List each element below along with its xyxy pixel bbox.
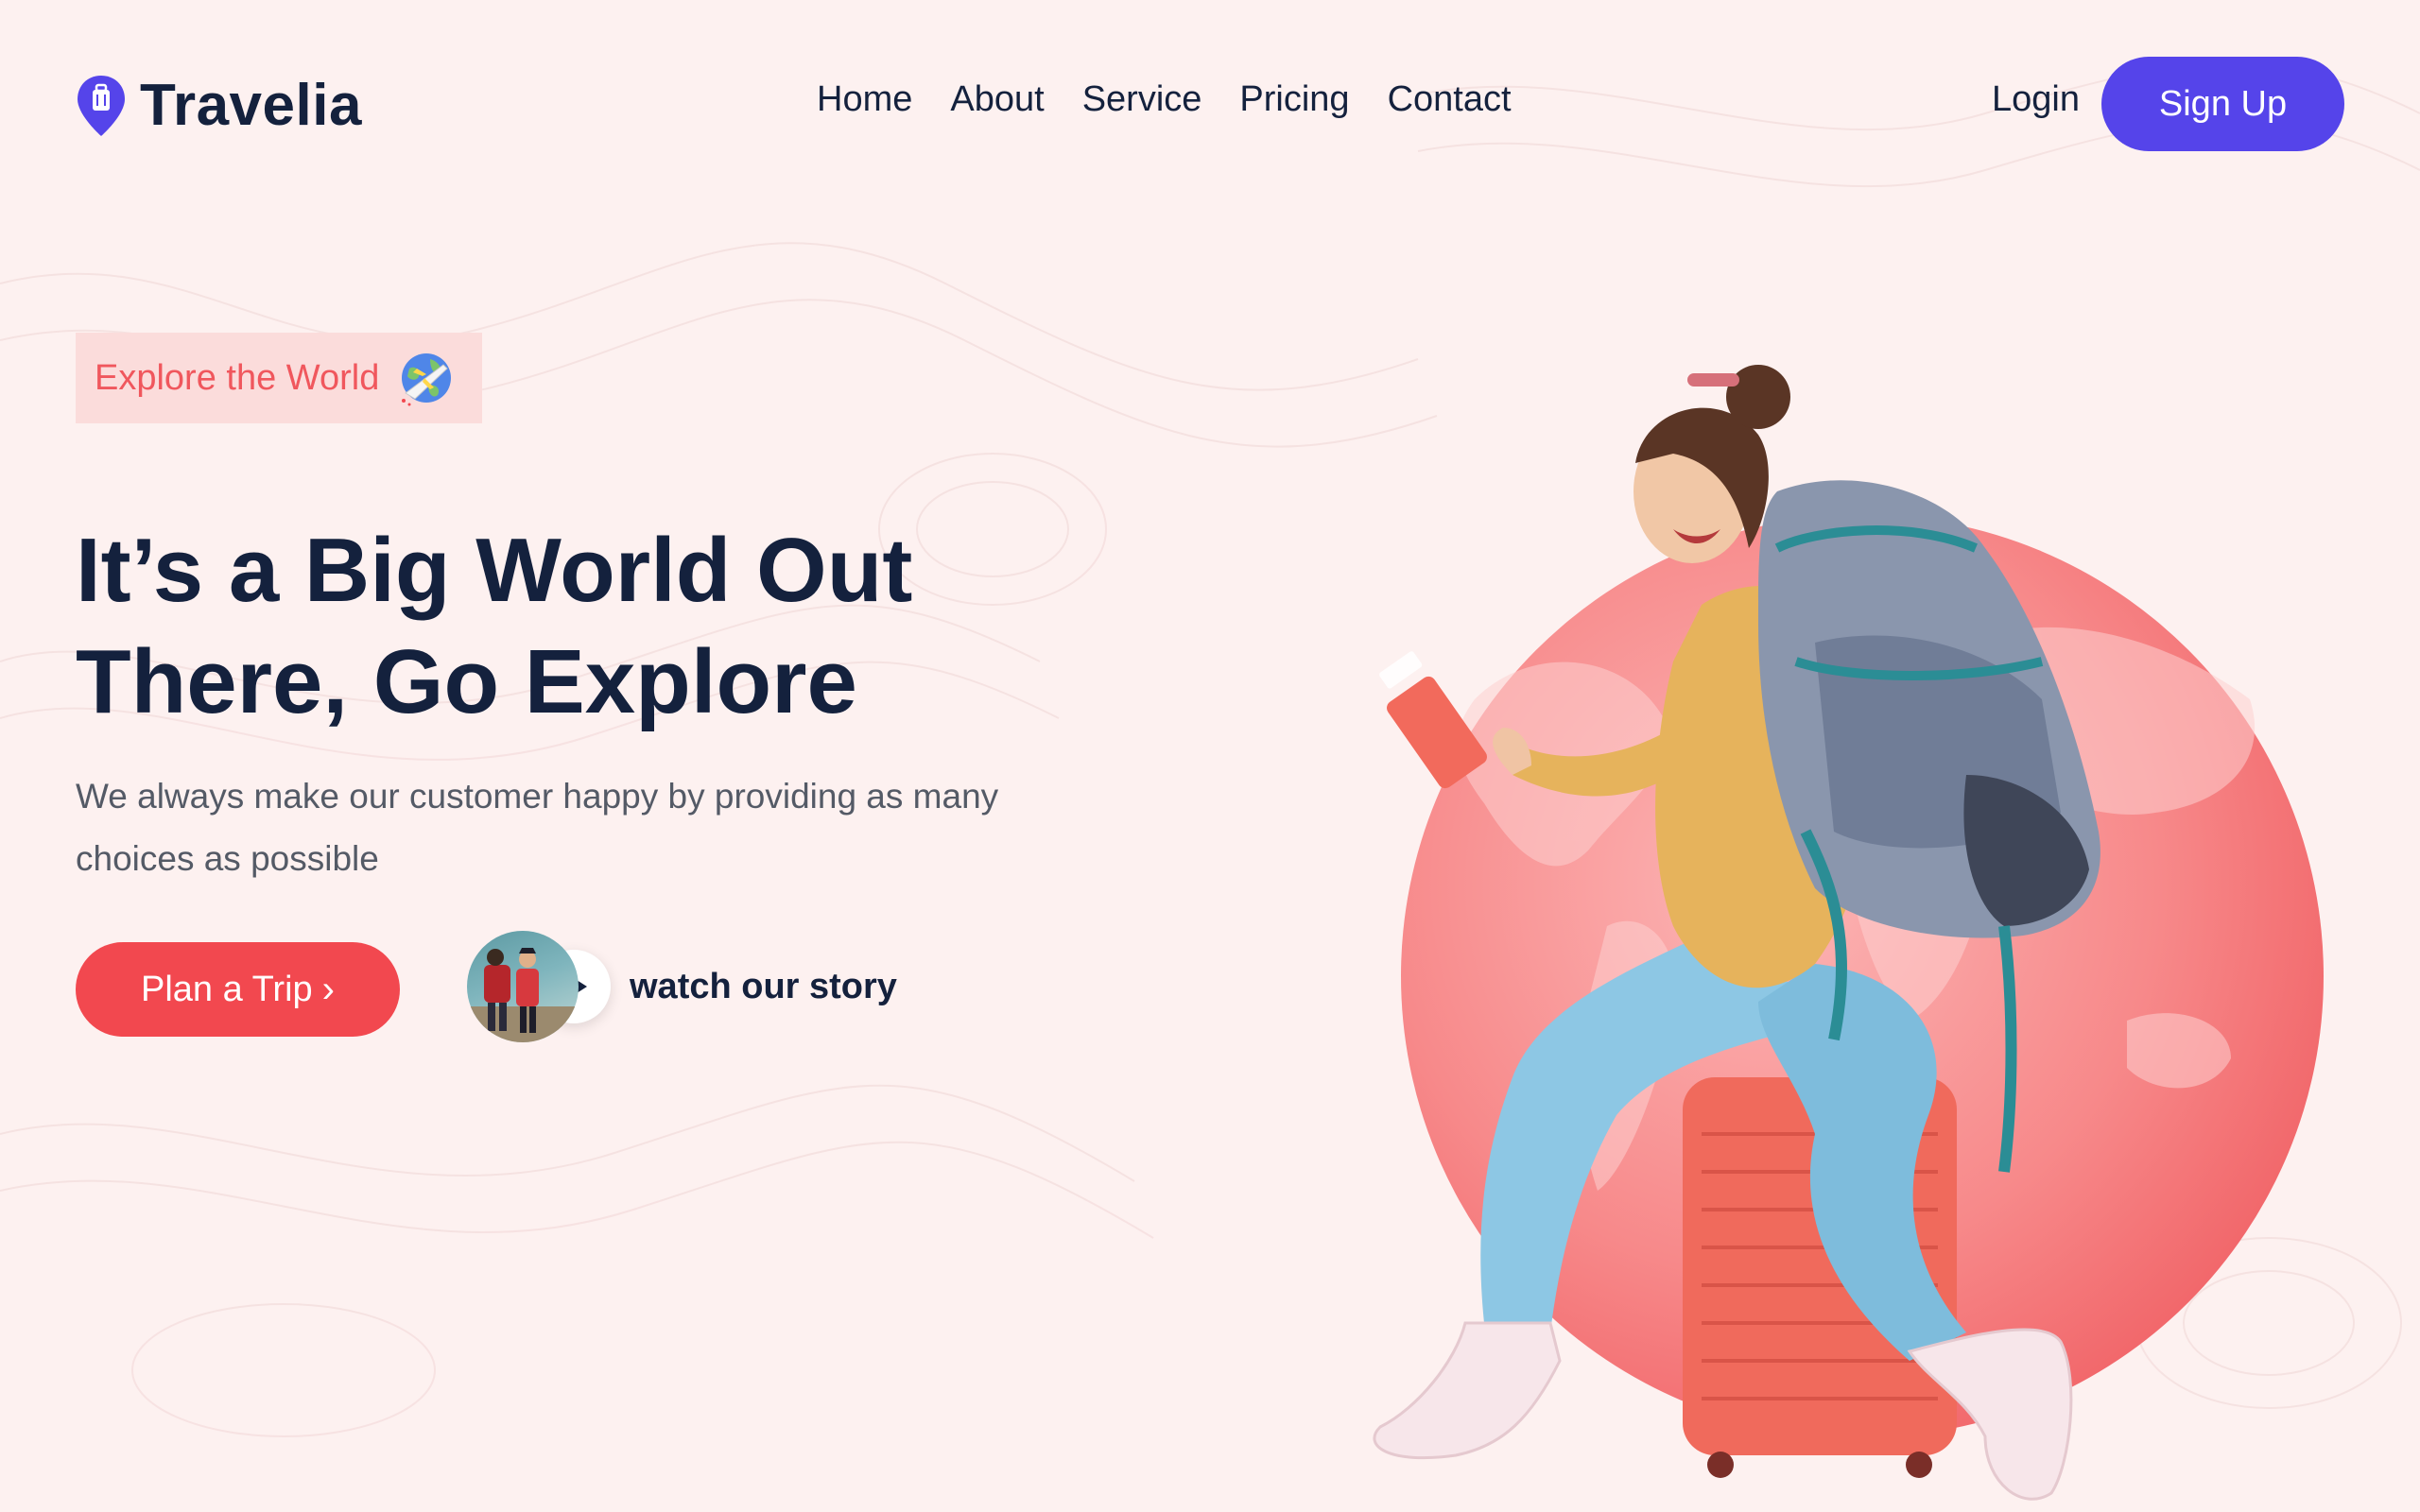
story-thumbnail	[467, 931, 579, 1042]
nav-home[interactable]: Home	[817, 79, 912, 120]
headline-line-2: There, Go Explore	[76, 631, 857, 732]
globe-airplane-icon	[402, 353, 452, 406]
watch-story-label: watch our story	[630, 966, 897, 1006]
location-pin-suitcase-icon	[78, 75, 125, 136]
nav-contact[interactable]: Contact	[1388, 79, 1512, 120]
brand-name: Travelia	[140, 73, 362, 138]
watch-story-link[interactable]: watch our story	[467, 931, 897, 1042]
nav-about[interactable]: About	[950, 79, 1044, 120]
brand-logo[interactable]: Travelia	[76, 72, 362, 139]
plan-a-trip-label: Plan a Trip	[141, 969, 313, 1009]
badge-text: Explore the World	[95, 357, 380, 398]
headline-line-1: It’s a Big World Out	[76, 520, 913, 621]
landing-page: Travelia Home About Service Pricing Cont…	[0, 0, 2420, 1512]
main-nav: Home About Service Pricing Contact	[817, 79, 1512, 120]
sign-up-button[interactable]: Sign Up	[2101, 57, 2344, 151]
nav-pricing[interactable]: Pricing	[1239, 79, 1349, 120]
hero-headline: It’s a Big World Out There, Go Explore	[76, 515, 1115, 738]
plan-a-trip-button[interactable]: Plan a Trip ›	[76, 942, 400, 1037]
nav-service[interactable]: Service	[1082, 79, 1202, 120]
explore-badge: Explore the World	[76, 333, 482, 423]
traveler-hero-image	[1373, 365, 2324, 1501]
login-link[interactable]: Login	[1992, 79, 2080, 120]
chevron-right-icon: ›	[321, 969, 335, 1010]
hikers-thumbnail-image	[467, 948, 579, 1042]
hero-subtext: We always make our customer happy by pro…	[76, 777, 999, 878]
